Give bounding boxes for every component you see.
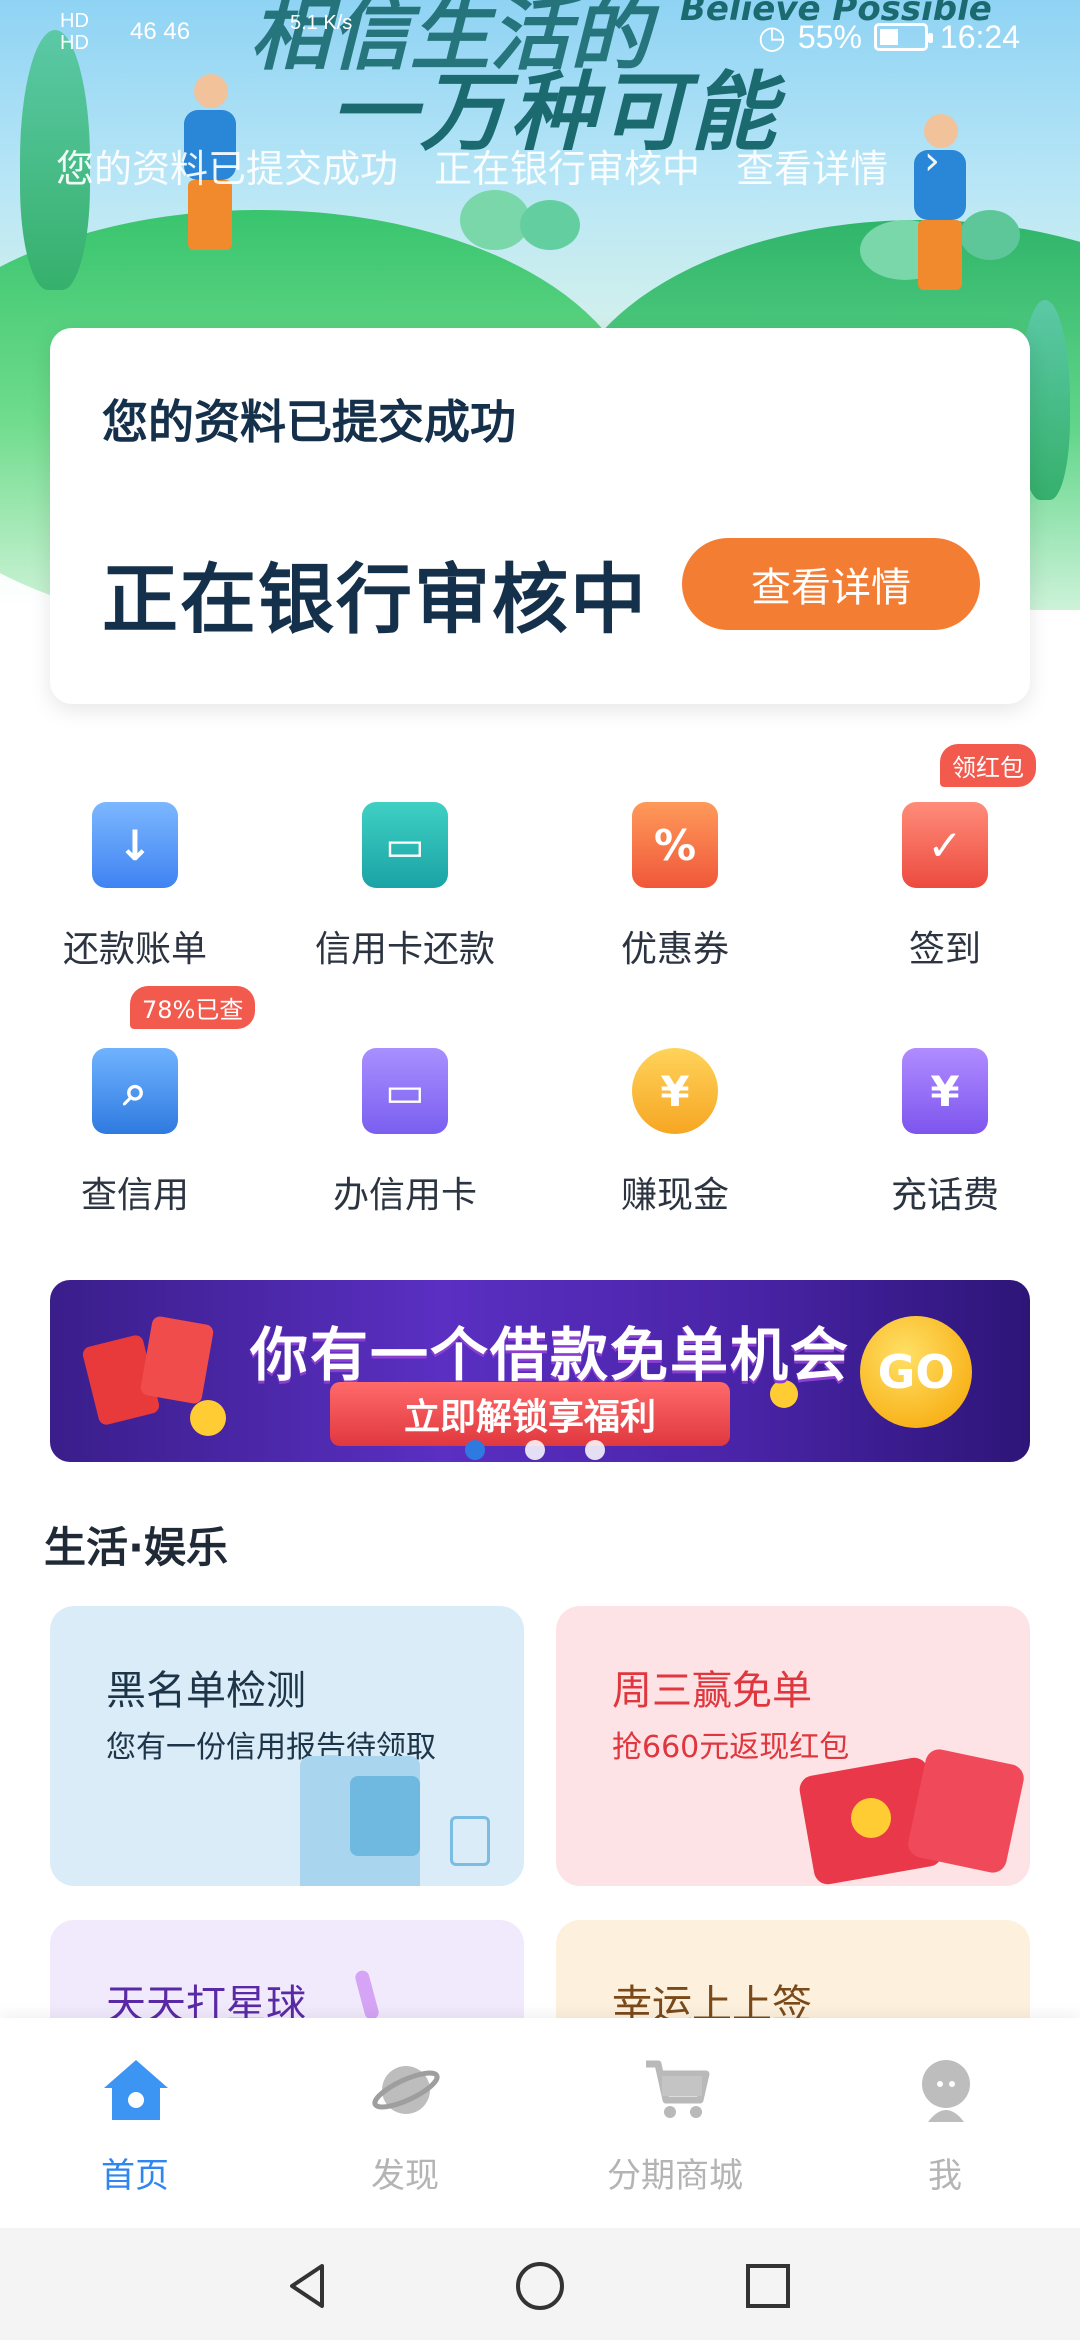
piggy-bank-icon: ¥: [632, 1048, 718, 1134]
wednesday-free-card[interactable]: 周三赢免单 抢660元返现红包: [556, 1606, 1030, 1886]
red-envelope-illustration: [905, 1746, 1027, 1876]
promo-banner[interactable]: 你有一个借款免单机会 立即解锁享福利 GO: [50, 1280, 1030, 1462]
status-card-status: 正在银行审核中: [102, 555, 648, 644]
checkin-calendar-icon: ✓: [902, 802, 988, 888]
service-label: 办信用卡: [332, 1175, 477, 1216]
nav-profile[interactable]: 我: [810, 2018, 1080, 2228]
coin-illustration: [190, 1400, 226, 1436]
service-label: 赚现金: [620, 1175, 729, 1216]
bill-download-icon: ↓: [92, 802, 178, 888]
notice-item: 正在银行审核中: [434, 147, 701, 191]
profile-card-icon: [450, 1816, 490, 1866]
card-subtitle: 抢660元返现红包: [612, 1730, 850, 1765]
id-card-icon: [350, 1776, 420, 1856]
hd-label: HD: [60, 32, 89, 54]
hd-indicator: HD HD: [60, 10, 89, 54]
system-navigation-bar: [0, 2228, 1080, 2340]
bush-illustration: [520, 200, 580, 250]
banner-subtitle: 立即解锁享福利: [330, 1382, 730, 1446]
battery-percent: 55%: [797, 18, 862, 55]
phone-topup-icon: ¥: [902, 1048, 988, 1134]
pencil-icon: [353, 1969, 381, 2021]
carousel-dot[interactable]: [465, 1440, 485, 1460]
coin-illustration: [851, 1798, 891, 1838]
service-label: 签到: [908, 929, 981, 970]
red-envelope-illustration: [139, 1315, 215, 1405]
service-label: 查信用: [80, 1175, 189, 1216]
hd-label: HD: [60, 10, 89, 32]
service-label: 信用卡还款: [314, 929, 495, 970]
card-title: 黑名单检测: [106, 1668, 306, 1714]
planet-icon: [372, 2066, 440, 2114]
service-phone-topup[interactable]: ¥ 充话费: [810, 1026, 1080, 1226]
coupon-icon: %: [632, 802, 718, 888]
home-circle-icon[interactable]: [512, 2258, 568, 2314]
credit-search-icon: ⌕: [92, 1048, 178, 1134]
chevron-right-icon: ›: [924, 138, 941, 184]
signal-icon: 46 46: [130, 18, 190, 46]
bottom-navigation: 首页 发现 分期商城 我: [0, 2018, 1080, 2228]
application-status-card: 您的资料已提交成功 正在银行审核中 查看详情: [50, 328, 1030, 704]
nav-label: 发现: [371, 2156, 439, 2196]
person-illustration: [890, 100, 990, 330]
back-icon[interactable]: [280, 2258, 336, 2314]
service-label: 还款账单: [62, 929, 207, 970]
blacklist-check-card[interactable]: 黑名单检测 您有一份信用报告待领取: [50, 1606, 524, 1886]
notice-item: 您的资料已提交成功: [56, 147, 399, 191]
cart-icon: [646, 2060, 710, 2118]
service-label: 优惠券: [620, 929, 729, 970]
red-packet-badge: 领红包: [940, 744, 1036, 787]
service-check-credit[interactable]: ⌕ 查信用 78%已查: [0, 986, 270, 1226]
service-coupon[interactable]: % 优惠券: [540, 780, 810, 980]
nav-discover[interactable]: 发现: [270, 2018, 540, 2228]
status-right: ◷ 55% 16:24: [758, 18, 1020, 56]
battery-icon: [873, 23, 933, 51]
service-label: 充话费: [890, 1175, 999, 1216]
profile-icon: [922, 2060, 970, 2122]
view-details-button[interactable]: 查看详情: [682, 538, 980, 630]
network-speed: 5.1 K/s: [290, 12, 353, 34]
carousel-indicator: [465, 1440, 605, 1460]
status-bar: HD HD 46 46 5.1 K/s ◷ 55% 16:24: [0, 0, 1080, 80]
home-icon: [104, 2060, 168, 2120]
apply-card-icon: ▭: [362, 1048, 448, 1134]
status-card-title: 您的资料已提交成功: [102, 395, 516, 449]
service-checkin[interactable]: ✓ 签到 领红包: [810, 744, 1080, 980]
service-credit-card-repay[interactable]: ▭ 信用卡还款: [270, 780, 540, 980]
nav-label: 分期商城: [607, 2156, 743, 2196]
section-title: 生活·娱乐: [44, 1523, 228, 1572]
banner-title: 你有一个借款免单机会: [250, 1321, 851, 1389]
nav-home[interactable]: 首页: [0, 2018, 270, 2228]
service-earn-cash[interactable]: ¥ 赚现金: [540, 1026, 810, 1226]
go-button[interactable]: GO: [860, 1316, 972, 1428]
carousel-dot[interactable]: [585, 1440, 605, 1460]
status-notice-ticker[interactable]: 您的资料已提交成功 正在银行审核中 查看详情 ›: [56, 138, 940, 193]
network-label: 46 46: [130, 18, 191, 45]
alarm-icon: ◷: [757, 19, 786, 55]
recents-icon[interactable]: [740, 2258, 796, 2314]
card-title: 周三赢免单: [612, 1668, 812, 1714]
carousel-dot[interactable]: [525, 1440, 545, 1460]
service-repay-bill[interactable]: ↓ 还款账单: [0, 780, 270, 980]
nav-label: 首页: [101, 2156, 169, 2196]
service-apply-card[interactable]: ▭ 办信用卡: [270, 1026, 540, 1226]
checked-percent-badge: 78%已查: [130, 986, 256, 1029]
credit-card-repay-icon: ▭: [362, 802, 448, 888]
nav-installment-mall[interactable]: 分期商城: [540, 2018, 810, 2228]
notice-item: 查看详情: [736, 147, 889, 191]
nav-label: 我: [928, 2156, 962, 2196]
clock: 16:24: [939, 18, 1020, 55]
